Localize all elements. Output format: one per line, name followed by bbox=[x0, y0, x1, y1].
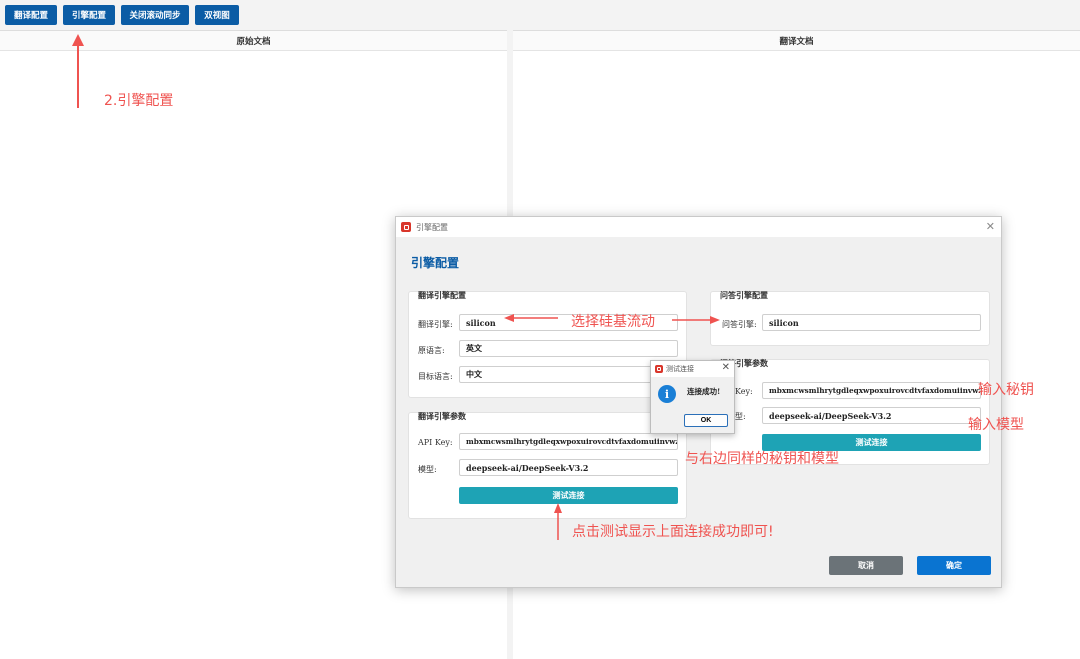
source-language-label: 原语言: bbox=[418, 346, 445, 355]
annotation-enter-key: 输入秘钥 bbox=[978, 382, 1034, 398]
dialog-titlebar: 引擎配置 ✕ bbox=[396, 217, 1001, 237]
test-connection-message-box: 测试连接 ✕ i 连接成功! OK bbox=[650, 360, 735, 434]
qa-model-label: 型: bbox=[735, 412, 746, 421]
translate-params-group: 翻译引擎参数 API Key: mbxmcwsmlhrytgdleqxwpoxu… bbox=[408, 411, 687, 519]
translate-params-group-title: 翻译引擎参数 bbox=[418, 411, 466, 421]
translate-engine-label: 翻译引擎: bbox=[418, 320, 453, 329]
qa-model-input[interactable]: deepseek-ai/DeepSeek-V3.2 bbox=[762, 407, 981, 424]
qa-api-key-input[interactable]: mbxmcwsmlhrytgdleqxwpoxuirovcdtvfaxdomui… bbox=[762, 382, 981, 399]
translate-model-input[interactable]: deepseek-ai/DeepSeek-V3.2 bbox=[459, 459, 678, 476]
engine-config-button[interactable]: 引擎配置 bbox=[63, 5, 115, 25]
dialog-heading: 引擎配置 bbox=[411, 256, 460, 270]
close-icon[interactable]: ✕ bbox=[986, 220, 995, 233]
annotation-enter-model: 输入模型 bbox=[968, 417, 1024, 433]
target-language-label: 目标语言: bbox=[418, 372, 453, 381]
annotation-click-test: 点击测试显示上面连接成功即可! bbox=[572, 524, 774, 540]
qa-engine-group-title: 问答引擎配置 bbox=[720, 290, 768, 300]
cancel-button[interactable]: 取消 bbox=[829, 556, 903, 575]
message-box-text: 连接成功! bbox=[687, 387, 721, 396]
translate-config-button[interactable]: 翻译配置 bbox=[5, 5, 57, 25]
qa-engine-select[interactable]: silicon bbox=[762, 314, 981, 331]
ok-button[interactable]: 确定 bbox=[917, 556, 991, 575]
annotation-engine-config: 2.引擎配置 bbox=[104, 93, 174, 109]
app-icon bbox=[401, 222, 411, 232]
info-icon: i bbox=[658, 385, 676, 403]
translate-api-key-input[interactable]: mbxmcwsmlhrytgdleqxwpoxuirovcdtvfaxdomui… bbox=[459, 433, 678, 450]
annotation-choose-silicon: 选择硅基流动 bbox=[571, 314, 655, 330]
message-box-title: 测试连接 bbox=[666, 365, 694, 373]
dialog-window-title: 引擎配置 bbox=[416, 222, 448, 232]
toolbar: 翻译配置 引擎配置 关闭滚动同步 双视图 bbox=[0, 0, 1080, 30]
translate-model-label: 模型: bbox=[418, 465, 437, 474]
close-icon[interactable]: ✕ bbox=[722, 362, 730, 373]
translate-test-connection-button[interactable]: 测试连接 bbox=[459, 487, 678, 504]
message-box-ok-button[interactable]: OK bbox=[684, 414, 728, 427]
qa-engine-group: 问答引擎配置 问答引擎: silicon bbox=[710, 290, 990, 346]
annotation-same-key-model: 与右边同样的秘钥和模型 bbox=[685, 451, 839, 467]
app-icon bbox=[655, 365, 663, 373]
translate-api-key-label: API Key: bbox=[418, 438, 453, 447]
qa-engine-label: 问答引擎: bbox=[722, 320, 757, 329]
qa-api-key-label: Key: bbox=[735, 387, 753, 396]
disable-scroll-sync-button[interactable]: 关闭滚动同步 bbox=[121, 5, 189, 25]
original-document-title: 原始文档 bbox=[0, 31, 507, 51]
target-language-select[interactable]: 中文 bbox=[459, 366, 678, 383]
dual-view-button[interactable]: 双视图 bbox=[195, 5, 239, 25]
translate-engine-group: 翻译引擎配置 翻译引擎: silicon 原语言: 英文 目标语言: 中文 bbox=[408, 290, 687, 398]
translated-document-title: 翻译文档 bbox=[513, 31, 1080, 51]
translate-engine-group-title: 翻译引擎配置 bbox=[418, 290, 466, 300]
message-box-titlebar: 测试连接 ✕ bbox=[651, 361, 734, 377]
source-language-select[interactable]: 英文 bbox=[459, 340, 678, 357]
